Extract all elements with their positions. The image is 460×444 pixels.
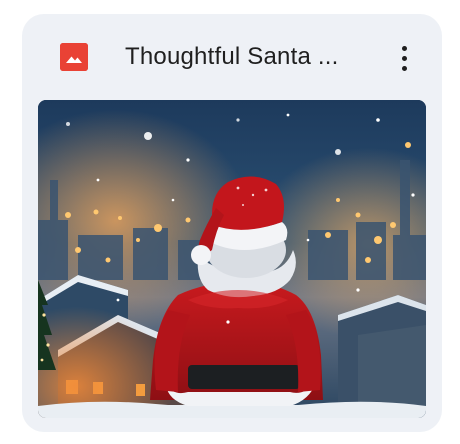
more-vertical-icon[interactable]: [386, 36, 422, 80]
file-card-header: Thoughtful Santa ...: [22, 14, 442, 100]
file-title[interactable]: Thoughtful Santa ...: [125, 40, 375, 74]
santa-image: [38, 100, 426, 418]
image-icon: [60, 43, 88, 71]
file-card[interactable]: Thoughtful Santa ...: [22, 14, 442, 432]
file-thumbnail[interactable]: [38, 100, 426, 418]
